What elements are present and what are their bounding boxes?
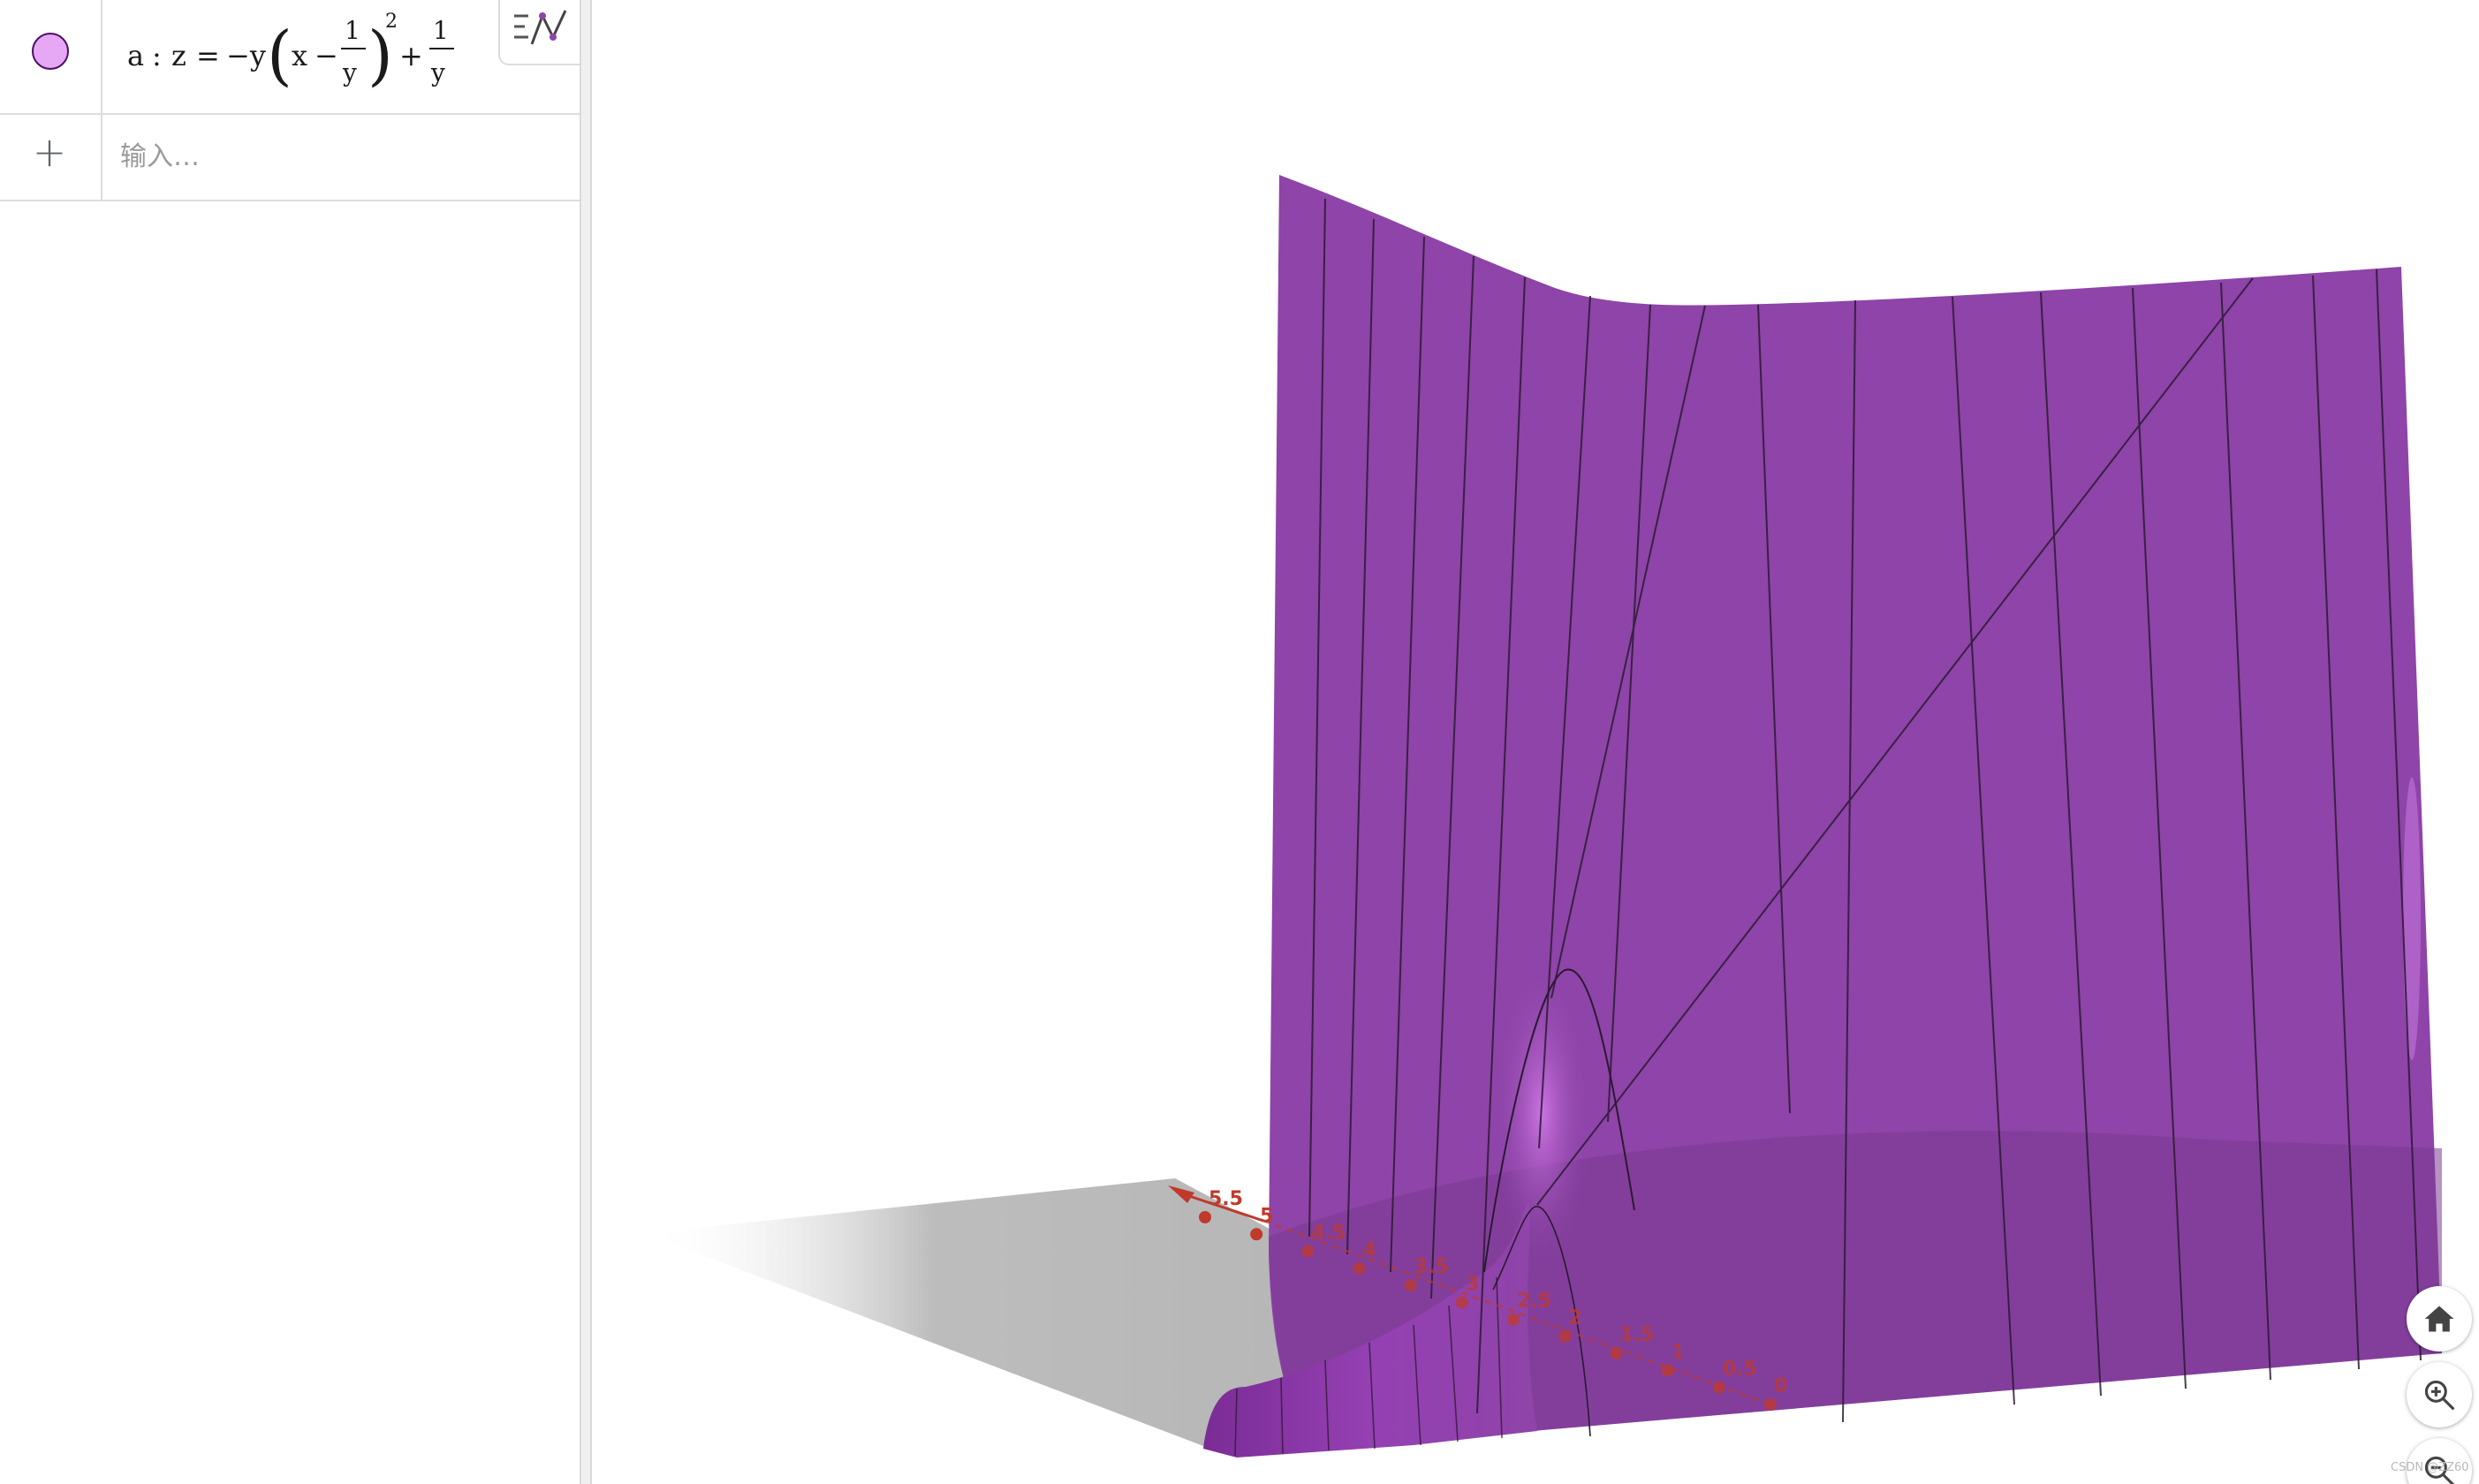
fraction2-bar	[429, 48, 454, 49]
axis-tick-mark	[1404, 1279, 1417, 1292]
formula-name: a	[127, 39, 145, 72]
algebra-input-row[interactable]: + 输入…	[0, 115, 580, 201]
fraction1-bar	[341, 48, 366, 49]
axis-tick-label: 0	[1774, 1375, 1787, 1397]
axis-tick-mark	[1353, 1261, 1366, 1275]
formula-equals: =	[196, 39, 220, 72]
formula-colon: :	[152, 39, 162, 72]
panel-divider[interactable]	[580, 0, 592, 1484]
axis-tick-label: 1.5	[1619, 1324, 1654, 1346]
axis-tick-mark	[1558, 1329, 1572, 1343]
formula-close-paren: )	[368, 18, 393, 94]
standard-view-zoom-button[interactable]	[2407, 1286, 2472, 1352]
axis-tick-label: 3.5	[1414, 1256, 1449, 1278]
axis-tick-mark	[1199, 1211, 1211, 1223]
axis-tick-label: 2.5	[1517, 1291, 1551, 1313]
algebra-style-button[interactable]	[498, 0, 583, 65]
axis-tick-label: 4.5	[1311, 1223, 1346, 1245]
formula-plus: +	[399, 39, 423, 72]
axis-tick-mark	[1764, 1398, 1777, 1411]
algebra-description-icon	[511, 7, 571, 53]
formula-x: x	[292, 39, 308, 72]
axis-tick-label: 1	[1672, 1341, 1685, 1363]
axis-tick-mark	[1661, 1364, 1674, 1377]
add-column: +	[0, 115, 102, 200]
axis-tick-mark	[1507, 1313, 1520, 1326]
formula-minus: −	[315, 39, 338, 72]
fraction1-denominator: y	[343, 58, 357, 87]
formula-open-paren: (	[267, 18, 292, 94]
fraction1-numerator: 1	[345, 16, 360, 45]
axis-tick-label: 5	[1260, 1205, 1273, 1227]
axis-tick-mark	[1610, 1347, 1623, 1360]
algebra-input-field[interactable]: 输入…	[120, 134, 200, 173]
axis-tick-label: 3	[1466, 1273, 1479, 1295]
axis-tick-label: 5.5	[1209, 1188, 1243, 1210]
fraction2-numerator: 1	[433, 16, 449, 45]
axis-tick-label: 2	[1568, 1307, 1581, 1329]
axis-tick-label: 4	[1363, 1239, 1376, 1261]
algebra-row-a[interactable]: a : z = −y ( x − 1 y ) 2 + 1 y	[0, 0, 583, 115]
fraction2-denominator: y	[431, 58, 445, 87]
add-icon[interactable]: +	[30, 132, 69, 172]
zoom-in-button[interactable]	[2407, 1362, 2472, 1427]
3d-scene[interactable]: 5.5 5 4.5 4 3.5 3 2.5 2 1.5 1 0.5 0	[592, 0, 2479, 1484]
graphics-3d-view[interactable]: 5.5 5 4.5 4 3.5 3 2.5 2 1.5 1 0.5 0	[592, 0, 2479, 1484]
marble-column	[0, 0, 102, 113]
watermark: CSDN @ZZ60	[2391, 1461, 2469, 1474]
formula-lhs: z	[171, 39, 186, 72]
formula-exponent: 2	[385, 11, 398, 33]
formula-neg-y: −y	[226, 39, 266, 72]
axis-tick-label: 0.5	[1723, 1359, 1757, 1381]
surface-right-glow	[2403, 777, 2421, 1060]
axis-tick-mark	[1712, 1381, 1725, 1394]
axis-tick-mark	[1455, 1296, 1468, 1309]
algebra-view: a : z = −y ( x − 1 y ) 2 + 1 y + 输入…	[0, 0, 583, 1484]
visibility-marble[interactable]	[32, 33, 69, 70]
axis-tick-mark	[1250, 1228, 1263, 1241]
axis-tick-mark	[1301, 1245, 1315, 1258]
